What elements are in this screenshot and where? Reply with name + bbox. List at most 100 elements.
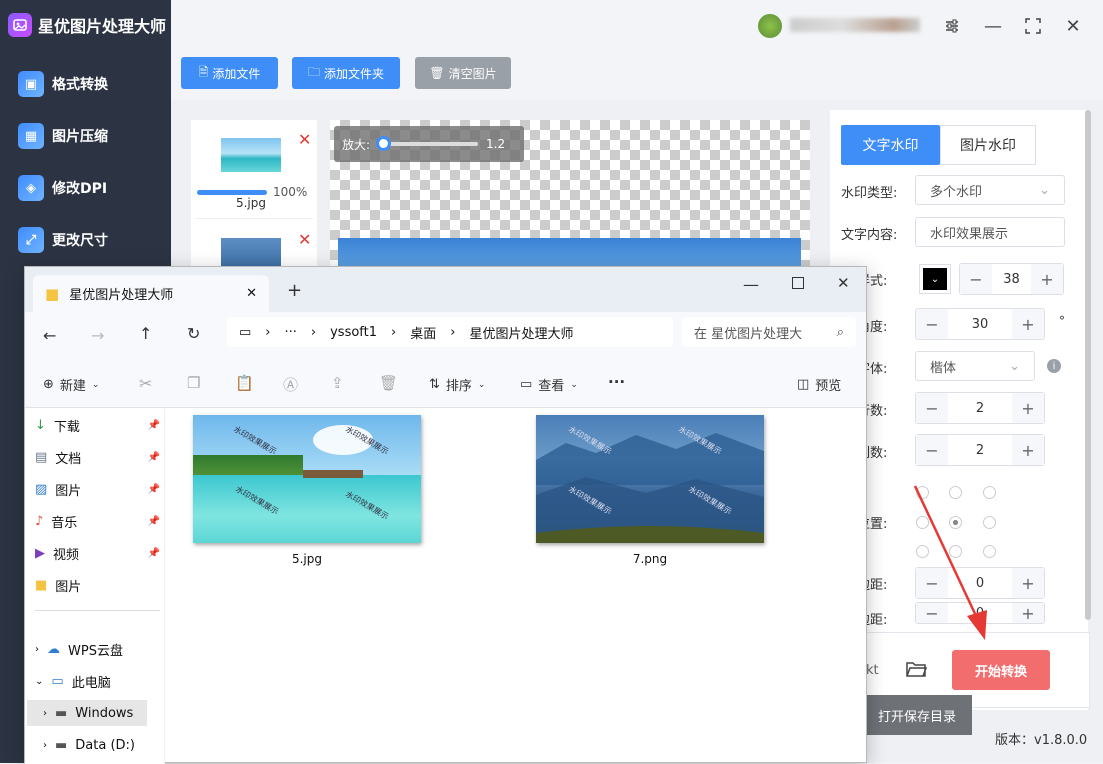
preview-pane-button[interactable]: ◫ 预览	[797, 375, 841, 394]
increment-button[interactable]: +	[1031, 264, 1063, 294]
file-thumbnail[interactable]	[221, 238, 281, 268]
file-item-thumbnail[interactable]: 水印效果展示 水印效果展示 水印效果展示 水印效果展示	[536, 415, 764, 543]
rename-icon[interactable]: Ⓐ	[283, 374, 298, 395]
pin-icon: 📌	[147, 515, 160, 527]
nav-item-videos[interactable]: ▶ 视频 📌	[35, 540, 160, 566]
nav-label: 下载	[53, 419, 80, 435]
breadcrumb-item[interactable]: 桌面	[410, 323, 436, 342]
refresh-icon[interactable]: ↻	[187, 324, 200, 343]
more-options-icon[interactable]: ···	[608, 373, 625, 391]
nav-item-windows-drive[interactable]: › ▬ Windows	[27, 700, 147, 726]
nav-item-pictures[interactable]: ▨ 图片 📌	[35, 476, 160, 502]
cols-stepper[interactable]: − 2 +	[915, 434, 1045, 466]
folder-open-icon[interactable]	[905, 659, 928, 684]
sidebar-item-resize[interactable]: ⤢ 更改尺寸	[18, 225, 168, 255]
maximize-icon[interactable]	[1019, 12, 1047, 40]
decrement-button[interactable]: −	[916, 309, 948, 339]
font-size-stepper[interactable]: − 38 +	[959, 263, 1064, 295]
minimize-icon[interactable]: —	[979, 12, 1007, 40]
search-input[interactable]: 在 星优图片处理大 ⌕	[682, 317, 856, 347]
file-thumbnail[interactable]	[221, 138, 281, 172]
file-item-name[interactable]: 7.png	[536, 552, 764, 566]
clear-images-button[interactable]: 🗑 清空图片	[415, 57, 511, 89]
watermark-type-select[interactable]: 多个水印 ⌄	[915, 175, 1065, 205]
view-button[interactable]: ▭ 查看 ⌄	[520, 375, 578, 394]
font-select[interactable]: 楷体 ⌄	[915, 351, 1035, 381]
increment-button[interactable]: +	[1012, 568, 1044, 598]
sidebar-item-dpi[interactable]: ◈ 修改DPI	[18, 173, 168, 203]
close-icon[interactable]: ✕	[1059, 12, 1087, 40]
color-picker[interactable]: ⌄	[919, 264, 951, 294]
nav-item-wps-cloud[interactable]: › ☁ WPS云盘	[35, 636, 160, 662]
settings-sliders-icon[interactable]	[938, 12, 966, 40]
file-item-name[interactable]: 5.jpg	[193, 552, 421, 566]
breadcrumb-item[interactable]: 星优图片处理大师	[469, 323, 573, 342]
nav-item-documents[interactable]: ▤ 文档 📌	[35, 444, 160, 470]
minimize-icon[interactable]: —	[743, 275, 759, 294]
chevron-right-icon: ›	[310, 324, 317, 340]
file-item-thumbnail[interactable]: 水印效果展示 水印效果展示 水印效果展示 水印效果展示	[193, 415, 421, 543]
new-button[interactable]: ⊕ 新建 ⌄	[43, 375, 99, 394]
remove-file-icon[interactable]: ✕	[298, 130, 311, 149]
sidebar-item-format-convert[interactable]: ▣ 格式转换	[18, 69, 168, 99]
plus-circle-icon: ⊕	[43, 377, 54, 392]
clear-images-label: 清空图片	[448, 66, 497, 81]
copy-icon[interactable]: ❐	[187, 374, 200, 392]
divider	[195, 218, 313, 219]
avatar[interactable]	[758, 14, 782, 38]
increment-button[interactable]: +	[1012, 393, 1044, 423]
forward-arrow-icon[interactable]: →	[91, 326, 104, 345]
nav-item-music[interactable]: ♪ 音乐 📌	[35, 508, 160, 534]
remove-file-icon[interactable]: ✕	[298, 230, 311, 249]
angle-stepper[interactable]: − 30 +	[915, 308, 1045, 340]
nav-item-this-pc[interactable]: ⌄ ▭ 此电脑	[35, 668, 160, 694]
maximize-icon[interactable]	[792, 277, 804, 289]
increment-button[interactable]: +	[1012, 309, 1044, 339]
preview-label: 预览	[815, 379, 842, 394]
drive-icon: ▬	[55, 737, 68, 753]
decrement-button[interactable]: −	[916, 435, 948, 465]
up-arrow-icon[interactable]: ↑	[139, 324, 152, 343]
preview-image	[338, 238, 801, 266]
angle-value: 30	[971, 316, 989, 332]
cut-icon[interactable]: ✂	[139, 374, 152, 393]
nav-item-pictures-folder[interactable]: ■ 图片	[35, 572, 160, 598]
decrement-button[interactable]: −	[916, 393, 948, 423]
info-icon[interactable]: i	[1047, 359, 1061, 373]
tab-text-watermark[interactable]: 文字水印	[841, 125, 940, 165]
text-content-input[interactable]: 水印效果展示	[915, 217, 1065, 247]
close-tab-icon[interactable]: ✕	[246, 286, 257, 301]
panel-scrollbar[interactable]	[1085, 110, 1091, 620]
new-tab-icon[interactable]: +	[287, 280, 302, 301]
breadcrumb[interactable]: ▭ › ··· › yssoft1 › 桌面 › 星优图片处理大师	[227, 317, 673, 347]
add-folder-button[interactable]: 🗀 添加文件夹	[292, 57, 400, 89]
explorer-tab-title: 星优图片处理大师	[69, 288, 174, 303]
delete-icon[interactable]: 🗑	[379, 374, 398, 392]
sidebar-item-compress[interactable]: ▦ 图片压缩	[18, 121, 168, 151]
video-icon: ▶	[35, 545, 45, 561]
zoom-slider[interactable]	[376, 136, 479, 151]
nav-label: 视频	[53, 547, 80, 563]
chevron-right-icon: ›	[265, 324, 271, 340]
explorer-tab[interactable]: ■ 星优图片处理大师 ✕	[33, 275, 269, 312]
decrement-button[interactable]: −	[960, 264, 992, 294]
share-icon[interactable]: ⇪	[331, 374, 344, 392]
paste-icon[interactable]: 📋	[235, 374, 254, 392]
image-convert-icon: ▣	[18, 71, 44, 97]
breadcrumb-item[interactable]: yssoft1	[330, 325, 377, 340]
nav-item-downloads[interactable]: ↓ 下载 📌	[35, 412, 160, 438]
nav-item-data-drive[interactable]: › ▬ Data (D:)	[43, 732, 168, 758]
zoom-slider-handle[interactable]	[376, 136, 392, 151]
increment-button[interactable]: +	[1012, 603, 1044, 623]
tab-image-watermark[interactable]: 图片水印	[940, 125, 1036, 165]
sort-button[interactable]: ⇅ 排序 ⌄	[429, 375, 485, 394]
add-file-button[interactable]: 🗎 添加文件	[181, 57, 278, 89]
close-icon[interactable]: ✕	[837, 274, 850, 292]
explorer-navigation-pane: ↓ 下载 📌 ▤ 文档 📌 ▨ 图片 📌 ♪ 音乐 📌 ▶ 视频 📌 ■ 图片 › ☁ WPS云盘 ⌄ ▭ 此…	[25, 408, 165, 764]
increment-button[interactable]: +	[1012, 435, 1044, 465]
watermark-type-label: 水印类型:	[841, 186, 898, 201]
music-icon: ♪	[35, 513, 44, 529]
back-arrow-icon[interactable]: ←	[43, 326, 56, 345]
rows-stepper[interactable]: − 2 +	[915, 392, 1045, 424]
start-convert-button[interactable]: 开始转换	[952, 650, 1050, 690]
